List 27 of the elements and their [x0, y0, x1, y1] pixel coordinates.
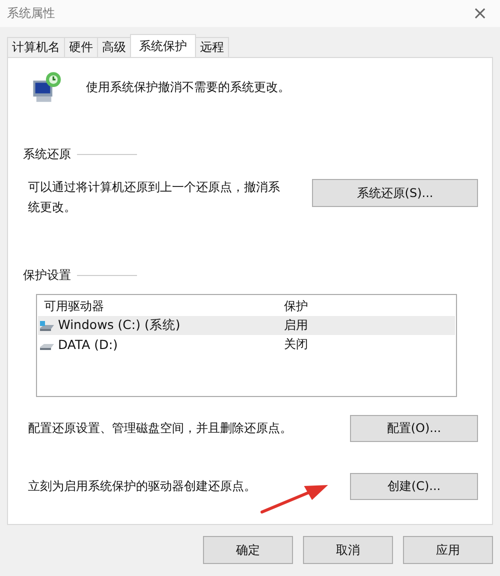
tab[interactable]: 系统保护 [130, 34, 196, 57]
drive-row[interactable]: Windows (C:) (系统) 启用 [38, 316, 455, 335]
close-button[interactable]: × [460, 0, 500, 27]
create-description: 立刻为启用系统保护的驱动器创建还原点。 [28, 478, 256, 495]
restore-description: 可以通过将计算机还原到上一个还原点，撤消系统更改。 [28, 179, 281, 216]
annotation-arrow [260, 482, 330, 514]
system-drive-icon [39, 320, 55, 332]
column-header: 可用驱动器 [44, 298, 105, 315]
configure-description: 配置还原设置、管理磁盘空间，并且删除还原点。 [28, 420, 292, 437]
drive-name: DATA (D:) [58, 337, 118, 352]
system-restore-button[interactable]: 系统还原(S)... [312, 179, 478, 207]
drive-row[interactable]: DATA (D:) 关闭 [38, 335, 455, 354]
configure-button[interactable]: 配置(O)... [350, 415, 478, 442]
description-text: 使用系统保护撤消不需要的系统更改。 [86, 78, 290, 96]
dialog-button[interactable]: 取消 [303, 536, 393, 564]
protection-status: 关闭 [284, 336, 308, 353]
section-heading: 保护设置 [23, 267, 71, 284]
dialog-button[interactable]: 应用 [403, 536, 493, 564]
section-heading: 系统还原 [23, 146, 71, 163]
column-header: 保护 [284, 298, 308, 315]
protection-status: 启用 [284, 317, 308, 334]
window-title: 系统属性 [7, 5, 55, 22]
create-button[interactable]: 创建(C)... [350, 473, 478, 500]
drive-name: Windows (C:) (系统) [58, 317, 180, 334]
dialog-button[interactable]: 确定 [203, 536, 293, 564]
tab[interactable]: 计算机名 [7, 37, 65, 57]
tab[interactable]: 远程 [195, 37, 229, 57]
